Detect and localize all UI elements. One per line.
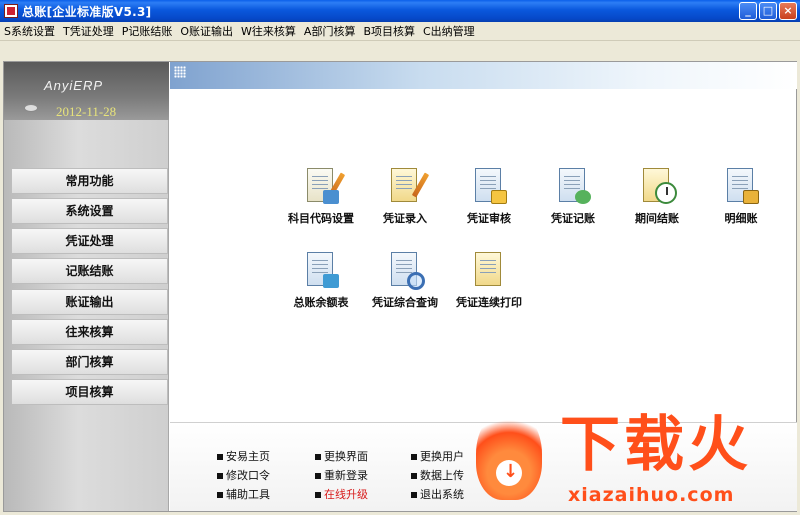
menu-project-accounting[interactable]: B项目核算: [363, 23, 415, 39]
brand-logo: AnyiERP: [44, 78, 104, 93]
link-anyi-home[interactable]: 安易主页: [217, 448, 270, 464]
brand-date: 2012-11-28: [56, 104, 117, 119]
watermark: 下载火 xiazaihuo.com: [468, 408, 798, 512]
batch-print-icon: [469, 250, 509, 290]
account-setup-icon: [301, 166, 346, 206]
header-strip: [170, 62, 797, 89]
ledger-balance-icon: [301, 250, 341, 290]
func-label: 凭证连续打印: [456, 296, 522, 309]
menu-posting-closing[interactable]: P记账结账: [122, 23, 173, 39]
func-voucher-entry[interactable]: 凭证录入: [360, 166, 450, 226]
voucher-query-icon: [385, 250, 425, 290]
nav-account-output[interactable]: 账证输出: [11, 289, 168, 315]
func-label: 凭证综合查询: [372, 296, 438, 309]
detail-ledger-icon: [721, 166, 761, 206]
func-detail-ledger[interactable]: 明细账: [696, 166, 786, 226]
func-period-closing[interactable]: 期间结账: [612, 166, 702, 226]
flame-icon: [476, 408, 542, 500]
nav-project-accounting[interactable]: 项目核算: [11, 379, 168, 405]
func-label: 明细账: [724, 212, 758, 225]
func-voucher-posting[interactable]: 凭证记账: [528, 166, 618, 226]
disk-icon: [24, 104, 38, 112]
grip-icon: [174, 66, 186, 78]
func-label: 科目代码设置: [288, 212, 354, 225]
link-online-upgrade[interactable]: 在线升级: [315, 486, 368, 502]
menu-department-accounting[interactable]: A部门核算: [304, 23, 356, 39]
nav-posting-closing[interactable]: 记账结账: [11, 258, 168, 284]
voucher-entry-icon: [385, 166, 430, 206]
voucher-posting-icon: [553, 166, 593, 206]
watermark-en: xiazaihuo.com: [568, 484, 735, 506]
func-label: 凭证记账: [551, 212, 595, 225]
nav-department-accounting[interactable]: 部门核算: [11, 349, 168, 375]
title-bar: 总账[企业标准版V5.3] _ □ ×: [0, 0, 800, 22]
window-controls: _ □ ×: [739, 2, 797, 20]
menu-cashier[interactable]: C出纳管理: [423, 23, 475, 39]
func-voucher-review[interactable]: 凭证审核: [444, 166, 534, 226]
link-change-skin[interactable]: 更换界面: [315, 448, 368, 464]
left-nav-panel: AnyiERP 2012-11-28 常用功能 系统设置 凭证处理 记账结账 账…: [4, 62, 169, 511]
maximize-button[interactable]: □: [759, 2, 777, 20]
func-label: 期间结账: [635, 212, 679, 225]
link-change-password[interactable]: 修改口令: [217, 467, 270, 483]
app-icon[interactable]: [4, 4, 18, 18]
func-voucher-batch-print[interactable]: 凭证连续打印: [444, 250, 534, 310]
brand-area: AnyiERP 2012-11-28: [4, 62, 169, 120]
link-aux-tools[interactable]: 辅助工具: [217, 486, 270, 502]
link-switch-user[interactable]: 更换用户: [411, 448, 464, 464]
nav-common-functions[interactable]: 常用功能: [11, 168, 168, 194]
func-label: 总账余额表: [293, 296, 349, 309]
menu-system-settings[interactable]: S系统设置: [4, 23, 55, 39]
voucher-review-icon: [469, 166, 509, 206]
func-label: 凭证审核: [467, 212, 511, 225]
period-closing-icon: [637, 166, 677, 206]
watermark-cn: 下载火: [560, 410, 752, 480]
download-icon: [496, 460, 522, 486]
link-relogin[interactable]: 重新登录: [315, 467, 368, 483]
func-voucher-query[interactable]: 凭证综合查询: [360, 250, 450, 310]
nav-voucher-processing[interactable]: 凭证处理: [11, 228, 168, 254]
close-button[interactable]: ×: [779, 2, 797, 20]
func-label: 凭证录入: [383, 212, 427, 225]
menu-bar: S系统设置 T凭证处理 P记账结账 O账证输出 W往来核算 A部门核算 B项目核…: [0, 22, 800, 41]
minimize-button[interactable]: _: [739, 2, 757, 20]
func-account-code-setup[interactable]: 科目代码设置: [276, 166, 366, 226]
link-data-upload[interactable]: 数据上传: [411, 467, 464, 483]
func-general-ledger-balance[interactable]: 总账余额表: [276, 250, 366, 310]
menu-voucher-processing[interactable]: T凭证处理: [63, 23, 114, 39]
window-title: 总账[企业标准版V5.3]: [22, 4, 152, 19]
link-exit-system[interactable]: 退出系统: [411, 486, 464, 502]
menu-transactions[interactable]: W往来核算: [241, 23, 296, 39]
nav-transactions[interactable]: 往来核算: [11, 319, 168, 345]
menu-account-output[interactable]: O账证输出: [180, 23, 233, 39]
nav-system-settings[interactable]: 系统设置: [11, 198, 168, 224]
